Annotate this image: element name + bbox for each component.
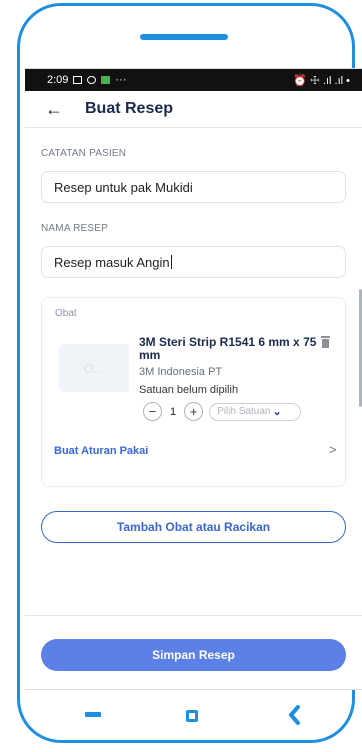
catatan-input[interactable]: Resep untuk pak Mukidi	[41, 171, 346, 203]
product-brand: 3M Indonesia PT	[139, 366, 223, 378]
tambah-obat-label: Tambah Obat atau Racikan	[116, 520, 271, 534]
satuan-select[interactable]: Pilih Satuan ⌄	[209, 402, 302, 421]
nama-resep-label: NAMA RESEP	[41, 223, 109, 234]
status-more: ···	[115, 74, 127, 86]
page-title: Buat Resep	[85, 100, 174, 117]
whatsapp-icon	[87, 76, 97, 84]
text-cursor	[170, 255, 172, 269]
nav-recents-icon[interactable]	[85, 712, 101, 717]
product-name: 3M Steri Strip R1541 6 mm x 75 mm	[139, 335, 317, 362]
nama-resep-value: Resep masuk Angin	[54, 254, 170, 270]
catatan-value: Resep untuk pak Mukidi	[54, 179, 193, 195]
simpan-resep-button[interactable]: Simpan Resep	[41, 639, 346, 671]
nav-home-icon[interactable]	[186, 710, 198, 722]
obat-card: Obat O... 3M Steri Strip R1541 6 mm x 75…	[41, 297, 346, 487]
app-notification-icon	[101, 76, 111, 84]
chevron-down-icon: ⌄	[272, 406, 282, 418]
tambah-obat-button[interactable]: Tambah Obat atau Racikan	[41, 511, 346, 543]
quantity-value: 1	[170, 405, 177, 418]
nav-back-icon[interactable]	[288, 705, 300, 725]
gallery-icon	[73, 76, 83, 84]
quantity-stepper: − 1 + Pilih Satuan ⌄	[143, 402, 302, 421]
minus-button[interactable]: −	[143, 402, 162, 421]
plus-icon: +	[189, 404, 198, 419]
app-bar: ← Buat Resep	[25, 91, 362, 128]
status-right-icons: ⏰ ☩ .ıl .ıl •	[293, 74, 350, 87]
chevron-right-icon[interactable]: >	[329, 442, 337, 457]
phone-speaker	[140, 34, 228, 40]
simpan-resep-label: Simpan Resep	[152, 648, 235, 662]
obat-label: Obat	[55, 308, 77, 319]
satuan-status: Satuan belum dipilih	[139, 384, 239, 396]
satuan-placeholder: Pilih Satuan	[217, 406, 271, 417]
status-time: 2:09	[47, 74, 69, 86]
arrow-left-icon[interactable]: ←	[45, 100, 67, 118]
catatan-label: CATATAN PASIEN	[41, 148, 127, 159]
plus-button[interactable]: +	[184, 402, 204, 421]
app-screen: 2:09 ··· ⏰ ☩ .ıl .ıl • ← Buat Resep CATA…	[25, 68, 362, 690]
trash-icon[interactable]	[321, 336, 330, 348]
footer-divider	[25, 615, 362, 616]
status-bar: 2:09 ··· ⏰ ☩ .ıl .ıl •	[25, 69, 362, 91]
nama-resep-input[interactable]: Resep masuk Angin	[41, 246, 346, 278]
buat-aturan-pakai-link[interactable]: Buat Aturan Pakai	[54, 445, 148, 457]
thumbnail-placeholder: O...	[83, 360, 105, 376]
product-thumbnail: O...	[59, 344, 129, 392]
minus-icon: −	[148, 404, 157, 419]
